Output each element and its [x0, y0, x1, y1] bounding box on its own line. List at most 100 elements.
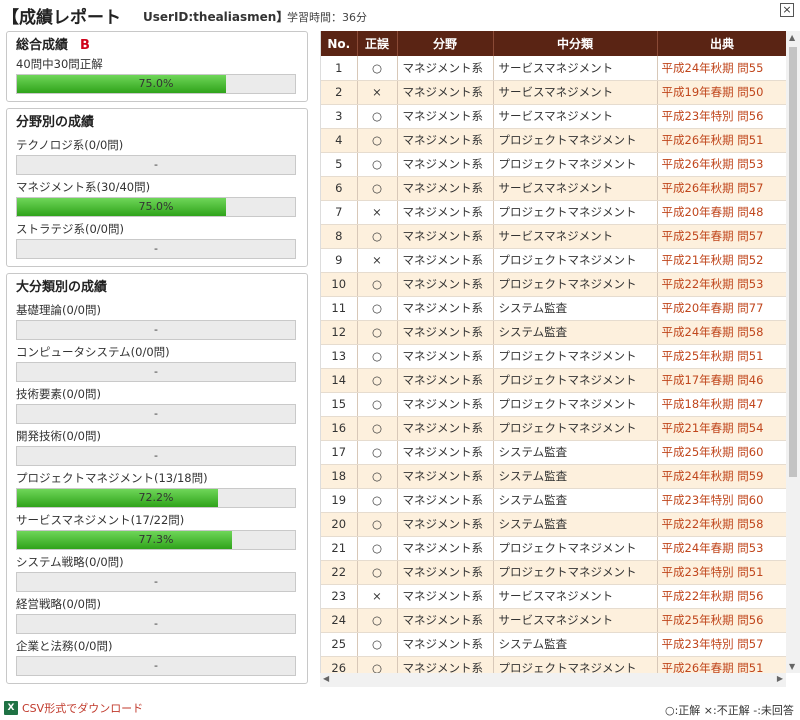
question-number: 15: [321, 392, 358, 417]
table-body: 1 ○ マネジメント系 サービスマネジメント 平成24年秋期 問55 2 × マネジメント系サ…: [321, 56, 786, 673]
source-link[interactable]: 平成22年秋期 問58: [657, 512, 786, 537]
major-item-label: コンピュータシステム(0/0問): [16, 345, 170, 359]
subcategory-cell: プロジェクトマネジメント: [493, 200, 658, 225]
table-row: 23 × マネジメント系 サービスマネジメント 平成22年秋期 問56: [321, 584, 786, 609]
source-link[interactable]: 平成19年春期 問50: [657, 80, 786, 105]
source-link[interactable]: 平成25年秋期 問51: [657, 344, 786, 369]
field-panel: 分野別の成績 テクノロジ系(0/0問) - マネジメント系(30/40問) 75.0%…: [6, 108, 308, 267]
major-item-progress-bar: -: [16, 404, 296, 424]
source-link[interactable]: 平成23年特別 問56: [657, 104, 786, 129]
progress-value: -: [154, 242, 158, 255]
result-mark: ×: [357, 248, 398, 273]
source-link[interactable]: 平成26年秋期 問51: [657, 128, 786, 153]
major-item-progress-bar: -: [16, 572, 296, 592]
source-link[interactable]: 平成17年春期 問46: [657, 368, 786, 393]
table-row: 20 ○ マネジメント系 システム監査 平成22年秋期 問58: [321, 512, 786, 537]
progress-value: 77.3%: [138, 533, 174, 546]
source-link[interactable]: 平成20年春期 問77: [657, 296, 786, 321]
field-item-progress-bar: -: [16, 155, 296, 175]
progress-value: 75.0%: [138, 200, 174, 213]
source-link[interactable]: 平成23年特別 問60: [657, 488, 786, 513]
field-cell: マネジメント系: [397, 608, 494, 633]
result-mark: ○: [357, 296, 398, 321]
subcategory-cell: プロジェクトマネジメント: [493, 536, 658, 561]
result-mark: ○: [357, 440, 398, 465]
subcategory-cell: サービスマネジメント: [493, 80, 658, 105]
question-number: 8: [321, 224, 358, 249]
source-link[interactable]: 平成26年春期 問51: [657, 656, 786, 673]
question-number: 14: [321, 368, 358, 393]
close-button[interactable]: ×: [780, 3, 794, 17]
major-item-progress-bar: -: [16, 656, 296, 676]
field-cell: マネジメント系: [397, 104, 494, 129]
report-title: 【成績レポート: [2, 8, 121, 28]
field-cell: マネジメント系: [397, 128, 494, 153]
field-cell: マネジメント系: [397, 440, 494, 465]
subcategory-cell: システム監査: [493, 440, 658, 465]
table-row: 8 ○ マネジメント系 サービスマネジメント 平成25年春期 問57: [321, 224, 786, 249]
horizontal-scrollbar[interactable]: ◀ ▶: [320, 673, 786, 687]
source-link[interactable]: 平成25年春期 問57: [657, 224, 786, 249]
question-number: 9: [321, 248, 358, 273]
result-mark: ○: [357, 608, 398, 633]
subcategory-cell: プロジェクトマネジメント: [493, 272, 658, 297]
source-link[interactable]: 平成22年秋期 問53: [657, 272, 786, 297]
progress-value: -: [154, 323, 158, 336]
score-sidebar: 総合成績 B 40問中30問正解 75.0% 分野別の成績 テクノロジ系(0/0問…: [6, 31, 308, 690]
field-list: テクノロジ系(0/0問) - マネジメント系(30/40問) 75.0% ストラテジ系(…: [16, 138, 299, 259]
source-link[interactable]: 平成24年春期 問53: [657, 536, 786, 561]
scroll-up-icon[interactable]: ▲: [789, 33, 795, 42]
source-link[interactable]: 平成22年秋期 問56: [657, 584, 786, 609]
excel-icon: X: [4, 701, 18, 715]
scroll-right-icon[interactable]: ▶: [777, 674, 783, 683]
source-link[interactable]: 平成21年春期 問54: [657, 416, 786, 441]
question-number: 1: [321, 56, 358, 81]
question-number: 11: [321, 296, 358, 321]
source-link[interactable]: 平成24年春期 問58: [657, 320, 786, 345]
field-cell: マネジメント系: [397, 248, 494, 273]
question-number: 17: [321, 440, 358, 465]
subcategory-cell: プロジェクトマネジメント: [493, 368, 658, 393]
progress-value: 72.2%: [138, 491, 174, 504]
field-cell: マネジメント系: [397, 560, 494, 585]
overall-progress-bar: 75.0%: [16, 74, 296, 94]
question-number: 2: [321, 80, 358, 105]
field-heading: 分野別の成績: [16, 115, 95, 130]
question-number: 25: [321, 632, 358, 657]
source-link[interactable]: 平成25年秋期 問60: [657, 440, 786, 465]
csv-download-link[interactable]: X CSV形式でダウンロード: [4, 700, 143, 716]
table-row: 14 ○ マネジメント系 プロジェクトマネジメント 平成17年春期 問46: [321, 368, 786, 393]
source-link[interactable]: 平成24年秋期 問55: [657, 56, 786, 81]
source-link[interactable]: 平成23年特別 問51: [657, 560, 786, 585]
subcategory-cell: プロジェクトマネジメント: [493, 656, 658, 673]
field-cell: マネジメント系: [397, 656, 494, 673]
subcategory-cell: プロジェクトマネジメント: [493, 416, 658, 441]
scrollbar-thumb[interactable]: [789, 47, 797, 477]
major-list: 基礎理論(0/0問) - コンピュータシステム(0/0問) - 技術要素(0/0問) - 開…: [16, 303, 299, 676]
field-cell: マネジメント系: [397, 416, 494, 441]
result-mark: ○: [357, 632, 398, 657]
progress-value: -: [154, 158, 158, 171]
overall-title: 総合成績: [16, 38, 69, 53]
subcategory-cell: プロジェクトマネジメント: [493, 344, 658, 369]
vertical-scrollbar[interactable]: ▲ ▼: [786, 31, 800, 673]
source-link[interactable]: 平成25年秋期 問56: [657, 608, 786, 633]
subcategory-cell: プロジェクトマネジメント: [493, 248, 658, 273]
scroll-down-icon[interactable]: ▼: [789, 662, 795, 671]
source-link[interactable]: 平成23年特別 問57: [657, 632, 786, 657]
subcategory-cell: サービスマネジメント: [493, 104, 658, 129]
source-link[interactable]: 平成18年秋期 問47: [657, 392, 786, 417]
result-mark: ○: [357, 176, 398, 201]
scroll-left-icon[interactable]: ◀: [323, 674, 329, 683]
source-link[interactable]: 平成26年秋期 問53: [657, 152, 786, 177]
major-item-label: 開発技術(0/0問): [16, 429, 101, 443]
source-link[interactable]: 平成20年春期 問48: [657, 200, 786, 225]
source-link[interactable]: 平成21年秋期 問52: [657, 248, 786, 273]
question-number: 22: [321, 560, 358, 585]
source-link[interactable]: 平成24年秋期 問59: [657, 464, 786, 489]
overall-heading: 総合成績 B: [16, 36, 299, 56]
major-item-progress-bar: -: [16, 362, 296, 382]
table-row: 17 ○ マネジメント系 システム監査 平成25年秋期 問60: [321, 440, 786, 465]
table-row: 18 ○ マネジメント系 システム監査 平成24年秋期 問59: [321, 464, 786, 489]
source-link[interactable]: 平成26年秋期 問57: [657, 176, 786, 201]
